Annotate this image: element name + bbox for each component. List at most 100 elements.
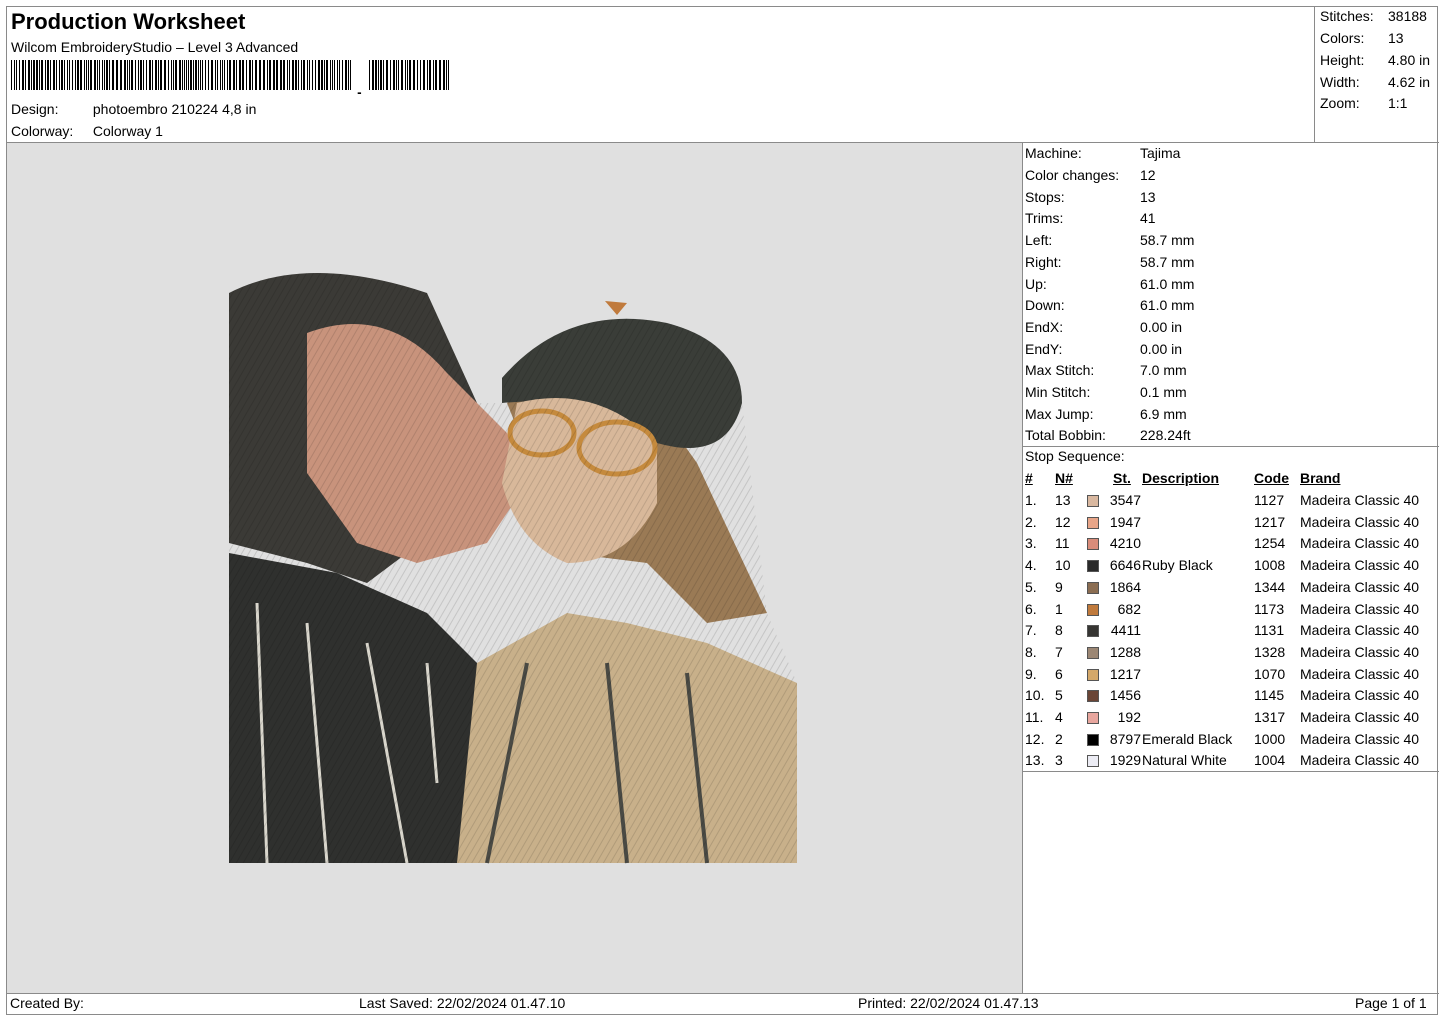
thread-brand: Madeira Classic 40 (1300, 709, 1420, 725)
thread-brand: Madeira Classic 40 (1300, 492, 1420, 508)
barcode-bar (435, 60, 437, 90)
barcode-bar (90, 60, 92, 90)
barcode-bar (200, 60, 201, 90)
info-label: Max Jump: (1025, 406, 1094, 422)
thread-code: 1008 (1254, 557, 1286, 574)
barcode-bar (229, 60, 231, 90)
stitch-count: 1947 (1109, 513, 1141, 530)
color-swatch (1087, 538, 1099, 551)
barcode-bar (233, 60, 235, 90)
barcode-bar (390, 60, 391, 90)
barcode-bar (146, 60, 147, 90)
production-worksheet: Production Worksheet Wilcom EmbroiderySt… (6, 6, 1439, 1015)
barcode-bar (383, 60, 384, 90)
info-value: 41 (1140, 210, 1156, 226)
barcode-bar (378, 60, 379, 90)
barcode-bar (120, 60, 122, 90)
info-endy: EndY: 0.00 in (1025, 341, 1182, 357)
info-label: Max Stitch: (1025, 362, 1095, 378)
color-swatch (1087, 603, 1099, 616)
barcode-bar (143, 60, 144, 90)
barcode-bar (396, 60, 397, 90)
info-down: Down: 61.0 mm (1025, 297, 1194, 313)
stitch-count: 1456 (1109, 687, 1141, 704)
barcode-bar (36, 60, 38, 90)
barcode-bar (224, 60, 225, 90)
thread-brand: Madeira Classic 40 (1300, 622, 1420, 639)
color-swatch (1087, 646, 1099, 659)
thread-brand: Madeira Classic 40 (1300, 665, 1420, 682)
barcode-bar (104, 60, 105, 90)
barcode-bar (252, 60, 253, 90)
barcode-bar (433, 60, 434, 90)
table-row: 3. 11 4210 1254 Madeira Classic 40 (1023, 535, 1439, 557)
info-label: EndY: (1025, 341, 1063, 357)
barcode-bar (321, 60, 323, 90)
stitch-count: 1929 (1109, 752, 1141, 769)
table-row: 8. 7 1288 1328 Madeira Classic 40 (1023, 644, 1439, 666)
thread-brand: Madeira Classic 40 (1300, 687, 1420, 704)
barcode-image: , (11, 60, 449, 102)
barcode-bar (127, 60, 128, 90)
barcode-bar (239, 60, 241, 90)
barcode-bar (307, 60, 308, 90)
barcode-bar (47, 60, 49, 90)
col-header-description: Description (1142, 470, 1220, 486)
barcode-bar (405, 60, 406, 90)
needle-number: 6 (1055, 665, 1063, 682)
thread-description: Natural White (1142, 752, 1227, 769)
barcode-bar (28, 60, 30, 90)
barcode-bar (267, 60, 268, 90)
barcode-bar (236, 60, 237, 90)
barcode-bar (80, 60, 82, 90)
barcode-bar (182, 60, 183, 90)
barcode-bar (67, 60, 68, 90)
barcode-bar (339, 60, 340, 90)
barcode-bar (337, 60, 338, 90)
thread-code: 1004 (1254, 752, 1286, 769)
barcode-bar (64, 60, 65, 90)
stop-sequence-title: Stop Sequence: (1025, 448, 1125, 464)
created-by: Created By: (10, 995, 84, 1011)
info-value: Tajima (1140, 145, 1181, 161)
info-value: 58.7 mm (1140, 232, 1195, 248)
barcode-bar (116, 60, 118, 90)
barcode-bar (99, 60, 100, 90)
barcode-bar (227, 60, 228, 90)
barcode-bar (186, 60, 187, 90)
thread-code: 1000 (1254, 730, 1286, 747)
software-name: Wilcom EmbroideryStudio – Level 3 Advanc… (11, 39, 299, 55)
needle-number: 9 (1055, 578, 1063, 595)
barcode-bar (193, 60, 194, 90)
row-number: 2. (1025, 513, 1037, 530)
barcode-bar (175, 60, 177, 90)
barcode-bar (423, 60, 425, 90)
thread-code: 1217 (1254, 513, 1286, 530)
barcode-bar (298, 60, 299, 90)
stitch-count: 1288 (1109, 643, 1141, 660)
color-swatch (1087, 755, 1099, 768)
stitch-count: 4210 (1109, 535, 1141, 552)
barcode-bar (407, 60, 408, 90)
barcode-bar (342, 60, 343, 90)
barcode-bar (318, 60, 320, 90)
barcode-bar (84, 60, 85, 90)
barcode-bar (429, 60, 431, 90)
barcode-bar (168, 60, 169, 90)
barcode-bar (61, 60, 63, 90)
colorway-label: Colorway: (11, 123, 74, 139)
barcode-bar (33, 60, 35, 90)
barcode-bar (41, 60, 43, 90)
color-swatch (1087, 625, 1099, 638)
barcode-bar (22, 60, 24, 90)
color-swatch (1087, 581, 1099, 594)
info-label: Min Stitch: (1025, 384, 1091, 400)
needle-number: 11 (1055, 535, 1070, 552)
barcode-bar (222, 60, 223, 90)
barcode-bar (131, 60, 133, 90)
stat-width: Width: 4.62 in (1320, 74, 1430, 90)
barcode-bar (259, 60, 261, 90)
info-up: Up: 61.0 mm (1025, 276, 1194, 292)
barcode-bar (109, 60, 110, 90)
barcode-bar (173, 60, 174, 90)
